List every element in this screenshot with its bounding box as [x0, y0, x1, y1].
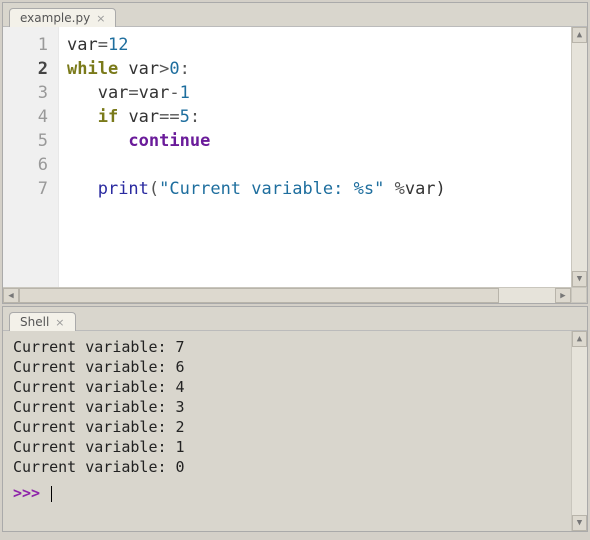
scrollbar-corner [571, 287, 587, 303]
code-line[interactable]: print("Current variable: %s" %var) [67, 177, 579, 201]
shell-content: Current variable: 7Current variable: 6Cu… [3, 331, 587, 531]
shell-panel: Shell × Current variable: 7Current varia… [2, 306, 588, 532]
code-line[interactable]: continue [67, 129, 579, 153]
editor-content: 1234567 var=12while var>0: var=var-1 if … [3, 27, 587, 303]
tab-example-py[interactable]: example.py × [9, 8, 116, 27]
scroll-right-icon[interactable]: ▶ [555, 288, 571, 303]
line-number: 1 [3, 33, 48, 57]
code-line[interactable]: while var>0: [67, 57, 579, 81]
shell-line: Current variable: 7 [13, 337, 577, 357]
line-number: 7 [3, 177, 48, 201]
tab-label: example.py [20, 11, 90, 25]
code-line[interactable]: var=var-1 [67, 81, 579, 105]
code-line[interactable] [67, 153, 579, 177]
shell-line: Current variable: 1 [13, 437, 577, 457]
shell-line: Current variable: 3 [13, 397, 577, 417]
shell-output[interactable]: Current variable: 7Current variable: 6Cu… [3, 331, 587, 531]
line-number: 4 [3, 105, 48, 129]
editor-panel: example.py × 1234567 var=12while var>0: … [2, 2, 588, 304]
line-number: 5 [3, 129, 48, 153]
editor-tabbar: example.py × [3, 3, 587, 27]
code-line[interactable]: if var==5: [67, 105, 579, 129]
scrollbar-thumb[interactable] [19, 288, 499, 303]
scroll-left-icon[interactable]: ◀ [3, 288, 19, 303]
text-cursor [51, 486, 52, 502]
code-line[interactable]: var=12 [67, 33, 579, 57]
shell-line: Current variable: 4 [13, 377, 577, 397]
scroll-down-icon[interactable]: ▼ [572, 271, 587, 287]
tab-shell[interactable]: Shell × [9, 312, 76, 331]
shell-prompt-line[interactable]: >>> [13, 483, 577, 503]
scroll-down-icon[interactable]: ▼ [572, 515, 587, 531]
line-number: 3 [3, 81, 48, 105]
editor-horizontal-scrollbar[interactable]: ◀ ▶ [3, 287, 571, 303]
prompt-symbol: >>> [13, 484, 49, 502]
line-number: 6 [3, 153, 48, 177]
line-number: 2 [3, 57, 48, 81]
code-text[interactable]: var=12while var>0: var=var-1 if var==5: … [59, 27, 587, 303]
scroll-up-icon[interactable]: ▲ [572, 27, 587, 43]
shell-line: Current variable: 6 [13, 357, 577, 377]
editor-vertical-scrollbar[interactable]: ▲ ▼ [571, 27, 587, 287]
shell-tabbar: Shell × [3, 307, 587, 331]
shell-line: Current variable: 0 [13, 457, 577, 477]
line-number-gutter: 1234567 [3, 27, 59, 303]
close-icon[interactable]: × [96, 13, 105, 24]
tab-label: Shell [20, 315, 49, 329]
close-icon[interactable]: × [55, 317, 64, 328]
scroll-up-icon[interactable]: ▲ [572, 331, 587, 347]
shell-vertical-scrollbar[interactable]: ▲ ▼ [571, 331, 587, 531]
code-area[interactable]: 1234567 var=12while var>0: var=var-1 if … [3, 27, 587, 303]
shell-line: Current variable: 2 [13, 417, 577, 437]
